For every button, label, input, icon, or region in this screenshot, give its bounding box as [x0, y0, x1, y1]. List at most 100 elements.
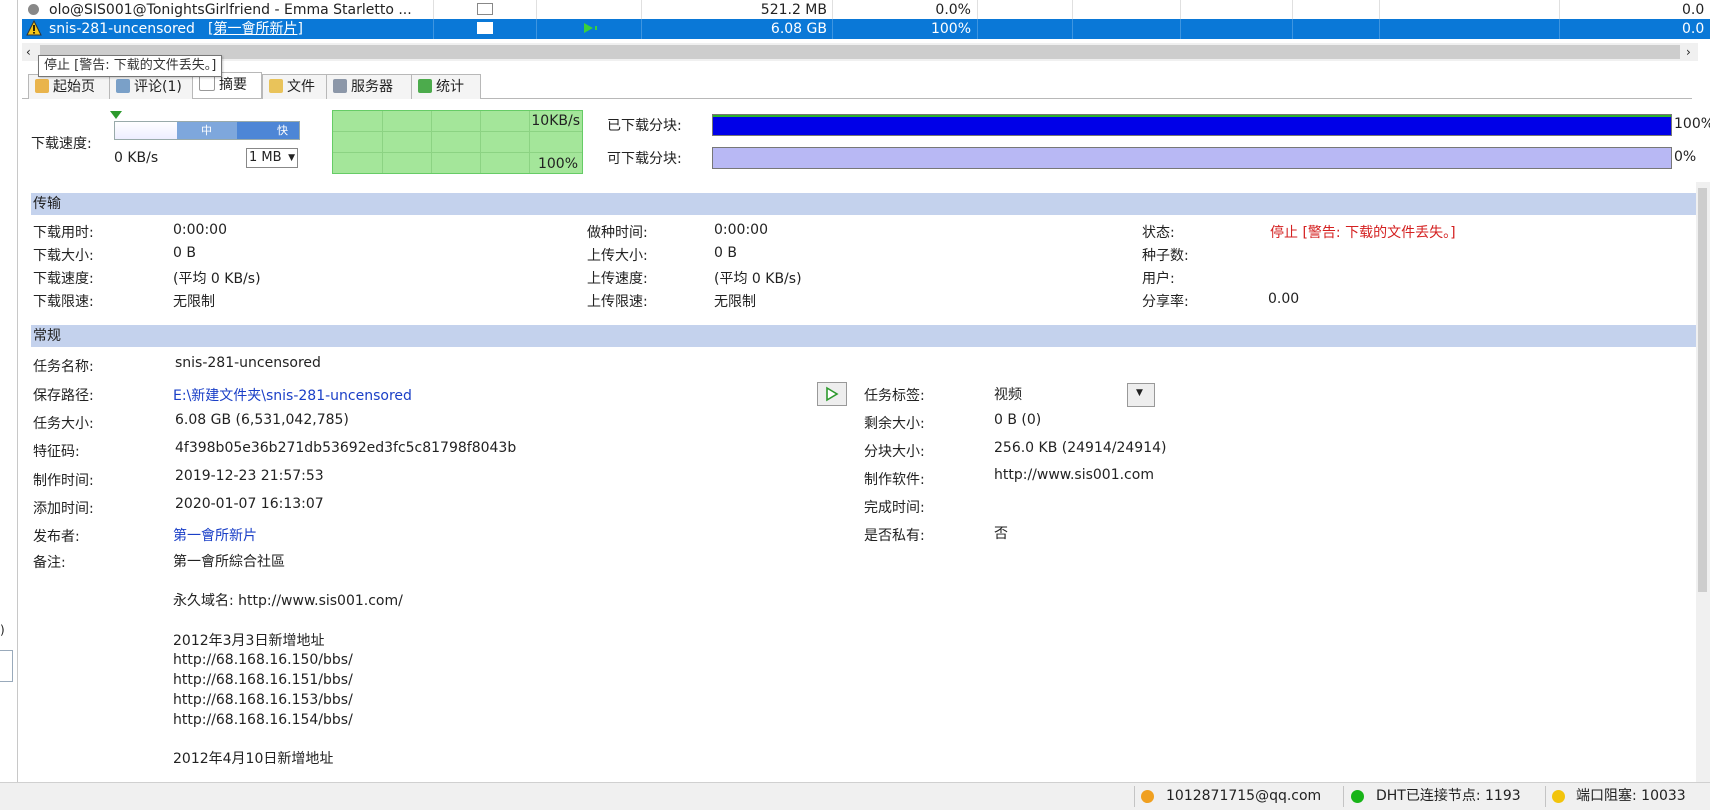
- tab-start-page[interactable]: 起始页: [28, 74, 110, 99]
- status-tooltip: 停止 [警告: 下载的文件丢失。]: [38, 55, 223, 77]
- task-size-label: 任务大小:: [33, 416, 94, 432]
- speed-slider-handle[interactable]: [110, 111, 122, 119]
- tab-label: 评论(1): [134, 79, 182, 95]
- left-panel-edge: ) į: [0, 0, 18, 807]
- status-label: 状态:: [1142, 225, 1175, 241]
- task-name-link[interactable]: [第一會所新片]: [208, 19, 408, 39]
- download-time-value: 0:00:00: [173, 222, 227, 238]
- notes-line: http://68.168.16.154/bbs/: [173, 711, 353, 728]
- added-value: 2020-01-07 16:13:07: [175, 496, 324, 512]
- tag-dropdown-button[interactable]: ▼: [1127, 383, 1155, 407]
- vertical-scrollbar[interactable]: [1696, 182, 1710, 782]
- scroll-left-arrow-icon[interactable]: ‹: [26, 43, 31, 61]
- task-last-column: 0.0: [1682, 2, 1705, 18]
- created-value: 2019-12-23 21:57:53: [175, 468, 324, 484]
- remaining-value: 0 B (0): [994, 412, 1042, 428]
- hash-value: 4f398b05e36b271db53692ed3fc5c81798f8043b: [175, 440, 517, 456]
- downloaded-blocks-bar: [712, 114, 1672, 136]
- upload-limit-value: 无限制: [714, 294, 756, 310]
- save-path-link[interactable]: E:\新建文件夹\snis-281-uncensored: [173, 385, 412, 405]
- upload-speed-label: 上传速度:: [587, 271, 648, 287]
- left-panel-fragment: ): [0, 623, 5, 637]
- statistics-icon: [418, 79, 432, 93]
- tab-servers[interactable]: 服务器: [326, 74, 412, 99]
- scroll-right-arrow-icon[interactable]: ›: [1686, 43, 1691, 61]
- horizontal-scroll-thumb[interactable]: [40, 45, 1680, 59]
- download-limit-label: 下载限速:: [33, 294, 94, 310]
- status-bar: 1012871715@qq.com DHT已连接节点: 1193 端口阻塞: 1…: [0, 782, 1710, 810]
- size-select-value: 1 MB: [249, 150, 282, 165]
- task-name-value: snis-281-uncensored: [175, 355, 321, 371]
- added-label: 添加时间:: [33, 501, 94, 517]
- share-ratio-label: 分享率:: [1142, 294, 1189, 310]
- speed-slider[interactable]: 中 快: [114, 121, 300, 140]
- speed-slider-fast: 快: [237, 122, 299, 139]
- checklist-icon: [199, 75, 215, 91]
- task-row[interactable]: olo@SIS001@TonightsGirlfriend - Emma Sta…: [22, 0, 1710, 20]
- seed-time-label: 做种时间:: [587, 225, 648, 241]
- open-folder-button[interactable]: [817, 382, 847, 406]
- piece-size-value: 256.0 KB (24914/24914): [994, 440, 1167, 456]
- file-icon: [269, 79, 283, 93]
- downloaded-blocks-label: 已下载分块:: [607, 118, 682, 134]
- notes-line: [173, 612, 403, 632]
- downloaded-blocks-fill: [713, 115, 1671, 135]
- notes-line: [173, 730, 403, 750]
- graph-bottom-label: 100%: [537, 156, 578, 172]
- tag-value: 视频: [994, 387, 1022, 403]
- available-blocks-pct: 0%: [1674, 149, 1697, 165]
- notes-line: 第一會所綜合社區: [173, 554, 285, 570]
- notes-line: [173, 573, 403, 593]
- share-ratio-value: 0.00: [1268, 291, 1300, 307]
- tab-statistics[interactable]: 统计: [411, 74, 481, 99]
- port-status-icon: [1552, 790, 1565, 803]
- tab-label: 服务器: [351, 79, 393, 95]
- notes-line: 永久域名: http://www.sis001.com/: [173, 593, 403, 610]
- seed-time-value: 0:00:00: [714, 222, 768, 238]
- play-icon: [826, 386, 839, 402]
- chevron-down-icon: ▼: [288, 153, 295, 163]
- user-icon: [1141, 790, 1154, 803]
- upload-limit-label: 上传限速:: [587, 294, 648, 310]
- speed-mid-label: 中: [201, 124, 212, 137]
- size-select[interactable]: 1 MB ▼: [246, 148, 298, 168]
- download-speed-row-label: 下载速度:: [33, 271, 94, 287]
- account-email[interactable]: 1012871715@qq.com: [1166, 783, 1321, 810]
- download-speed-label: 下载速度:: [31, 136, 92, 152]
- tab-comments[interactable]: 评论(1): [109, 74, 193, 99]
- vertical-scroll-thumb[interactable]: [1698, 188, 1707, 592]
- download-speed-value: 0 KB/s: [114, 150, 159, 166]
- seeds-label: 种子数:: [1142, 248, 1189, 264]
- comment-icon: [116, 79, 130, 93]
- dht-status: DHT已连接节点: 1193: [1376, 788, 1521, 804]
- downloaded-blocks-pct: 100%: [1674, 116, 1710, 132]
- tab-label: 摘要: [219, 77, 247, 93]
- port-status: 端口阻塞: 10033: [1576, 788, 1686, 804]
- horizontal-scrollbar[interactable]: ‹ ›: [22, 43, 1698, 61]
- completed-label: 完成时间:: [864, 500, 925, 516]
- task-size: 521.2 MB: [760, 2, 827, 18]
- publisher-label: 发布者:: [33, 529, 80, 545]
- private-value: 否: [994, 526, 1008, 542]
- upload-speed-value: (平均 0 KB/s): [714, 271, 802, 287]
- detail-tab-bar: 起始页 评论(1) 摘要 文件 服务器 统计: [22, 72, 1692, 99]
- notes-label: 备注:: [33, 555, 66, 571]
- available-blocks-fill: [713, 148, 1671, 168]
- task-name: snis-281-uncensored: [49, 21, 195, 37]
- publisher-link[interactable]: 第一會所新片: [173, 525, 257, 545]
- tab-label: 统计: [436, 79, 464, 95]
- notes-line: http://68.168.16.151/bbs/: [173, 672, 353, 689]
- piece-size-label: 分块大小:: [864, 444, 925, 460]
- envelope-icon: [477, 0, 497, 20]
- upload-size-value: 0 B: [714, 245, 737, 261]
- upload-size-label: 上传大小:: [587, 248, 648, 264]
- task-progress: 0.0%: [935, 2, 971, 18]
- envelope-icon: [477, 19, 497, 39]
- available-blocks-bar: [712, 147, 1672, 169]
- speed-slider-mid: 中: [177, 122, 237, 139]
- task-name-label: 任务名称:: [33, 359, 94, 375]
- task-size: 6.08 GB: [770, 21, 827, 37]
- task-row-selected[interactable]: snis-281-uncensored [第一會所新片] 6.08 GB 100…: [22, 19, 1710, 39]
- notes-text: 第一會所綜合社區 永久域名: http://www.sis001.com/ 20…: [173, 553, 403, 770]
- tab-files[interactable]: 文件: [262, 74, 327, 99]
